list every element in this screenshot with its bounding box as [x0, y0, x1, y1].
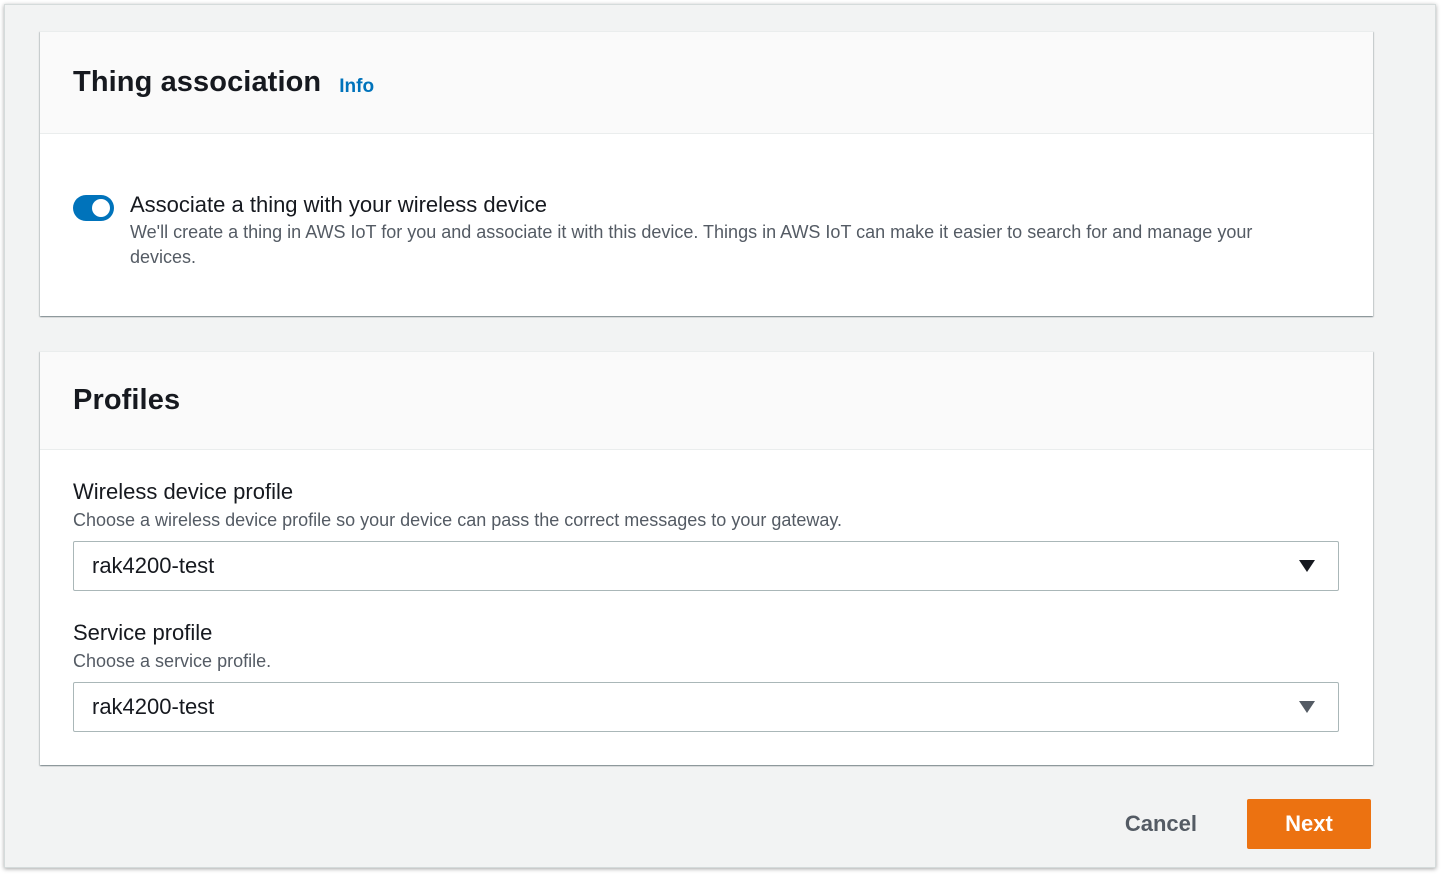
- wireless-device-profile-value: rak4200-test: [92, 553, 215, 578]
- service-profile-field: Service profile Choose a service profile…: [73, 618, 1339, 732]
- thing-association-title: Thing association: [73, 66, 322, 98]
- wireless-device-profile-label: Wireless device profile: [73, 479, 294, 504]
- info-link[interactable]: Info: [339, 76, 374, 98]
- associate-thing-label: Associate a thing with your wireless dev…: [130, 192, 547, 217]
- thing-association-header: Thing association Info: [40, 32, 1373, 134]
- associate-thing-description: We'll create a thing in AWS IoT for you …: [130, 222, 1253, 267]
- service-profile-value: rak4200-test: [92, 694, 215, 719]
- wireless-device-profile-field: Wireless device profile Choose a wireles…: [73, 477, 1339, 591]
- profiles-panel: Profiles Wireless device profile Choose …: [40, 351, 1373, 765]
- wireless-device-profile-select[interactable]: rak4200-test: [73, 541, 1339, 591]
- service-profile-label: Service profile: [73, 620, 213, 645]
- service-profile-select[interactable]: rak4200-test: [73, 682, 1339, 732]
- wireless-device-profile-description: Choose a wireless device profile so your…: [73, 510, 843, 530]
- toggle-text: Associate a thing with your wireless dev…: [130, 190, 1290, 270]
- profiles-header: Profiles: [40, 352, 1373, 450]
- service-profile-description: Choose a service profile.: [73, 651, 272, 671]
- profiles-title: Profiles: [73, 384, 181, 416]
- caret-down-icon: [1299, 701, 1315, 713]
- toggle-knob: [92, 199, 110, 217]
- associate-thing-toggle[interactable]: [73, 195, 114, 221]
- page-frame: Thing association Info Associate a thing…: [4, 4, 1436, 868]
- next-button[interactable]: Next: [1247, 799, 1371, 849]
- thing-association-panel: Thing association Info Associate a thing…: [40, 31, 1373, 316]
- associate-thing-toggle-row: Associate a thing with your wireless dev…: [73, 190, 1290, 270]
- cancel-button[interactable]: Cancel: [1099, 799, 1223, 849]
- form-actions: Cancel Next: [1099, 799, 1371, 849]
- caret-down-icon: [1299, 560, 1315, 572]
